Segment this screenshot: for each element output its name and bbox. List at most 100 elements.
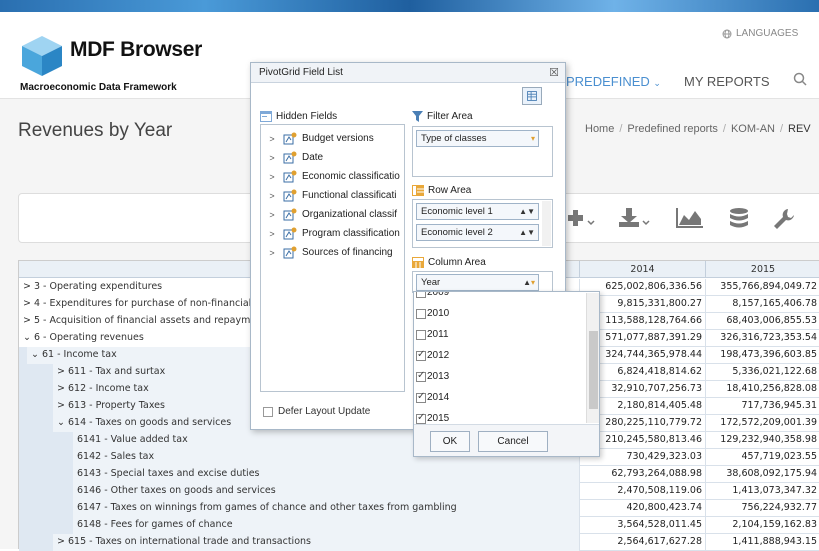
database-icon[interactable]	[728, 207, 750, 231]
cell-2015: 38,608,092,175.94	[705, 466, 819, 483]
column-area-box[interactable]: Year ▲▾	[412, 271, 553, 293]
row-label[interactable]: 6146 - Other taxes on goods and services	[77, 483, 276, 499]
hidden-field-label: Budget versions	[302, 133, 374, 144]
filter-area-box[interactable]: Type of classes ▾	[412, 126, 553, 177]
cell-2015: 8,157,165,406.78	[705, 296, 819, 313]
sort-filter-icon[interactable]: ▲▼	[519, 204, 535, 219]
checkbox[interactable]	[416, 349, 426, 361]
checkbox[interactable]	[416, 370, 426, 382]
close-icon[interactable]: ☒	[549, 66, 559, 79]
row-label[interactable]: 6142 - Sales tax	[77, 449, 154, 465]
expand-icon[interactable]: >	[57, 383, 68, 394]
row-label[interactable]: > 3 - Operating expenditures	[23, 279, 162, 295]
row-label[interactable]: > 4 - Expenditures for purchase of non-f…	[23, 296, 251, 312]
app-title[interactable]: MDF Browser	[70, 38, 202, 62]
sort-filter-icon[interactable]: ▲▼	[519, 225, 535, 240]
row-label[interactable]: > 5 - Acquisition of financial assets an…	[23, 313, 256, 329]
row-label[interactable]: > 613 - Property Taxes	[57, 398, 165, 414]
nav-predefined-label: PREDEFINED	[566, 74, 650, 89]
expand-icon[interactable]: >	[57, 366, 68, 377]
expand-icon[interactable]: >	[261, 248, 283, 258]
checkbox[interactable]	[416, 308, 426, 319]
wrench-icon[interactable]	[772, 207, 796, 231]
hidden-field-item[interactable]: > Sources of financing	[261, 243, 393, 262]
add-icon[interactable]	[566, 207, 596, 229]
filter-field-type-of-classes[interactable]: Type of classes ▾	[416, 130, 539, 147]
collapse-icon[interactable]: ⌄	[31, 349, 42, 360]
indent-band	[19, 415, 53, 432]
year-filter-item[interactable]: 2014	[416, 387, 449, 408]
row-label[interactable]: 6147 - Taxes on winnings from games of c…	[77, 500, 457, 516]
year-filter-item[interactable]: 2009	[416, 291, 450, 303]
year-filter-item[interactable]: 2012	[416, 345, 449, 366]
column-header-2014[interactable]: 2014	[579, 261, 705, 278]
expand-icon[interactable]: >	[23, 281, 34, 292]
row-label[interactable]: ⌄ 6 - Operating revenues	[23, 330, 144, 346]
languages-menu[interactable]: LANGUAGES	[722, 28, 798, 39]
scroll-thumb[interactable]	[589, 331, 598, 409]
row-label[interactable]: 6143 - Special taxes and excise duties	[77, 466, 260, 482]
cancel-button[interactable]: Cancel	[478, 431, 548, 452]
checkbox[interactable]	[416, 329, 426, 340]
collapse-icon[interactable]: ⌄	[23, 332, 34, 343]
row-label[interactable]: ⌄ 614 - Taxes on goods and services	[57, 415, 231, 431]
expand-icon[interactable]: >	[261, 229, 283, 239]
row-label[interactable]: > 611 - Tax and surtax	[57, 364, 165, 380]
column-field-label: Year	[421, 277, 441, 288]
breadcrumb-kom-an[interactable]: KOM-AN	[731, 123, 775, 135]
sort-filter-icon[interactable]: ▲▾	[523, 275, 535, 290]
year-filter-item[interactable]: 2010	[416, 303, 449, 324]
hidden-field-item[interactable]: > Date	[261, 148, 323, 167]
expand-icon[interactable]: >	[261, 172, 283, 182]
layout-toggle-button[interactable]	[522, 87, 542, 105]
checkbox[interactable]	[416, 391, 426, 403]
collapse-icon[interactable]: ⌄	[57, 417, 68, 428]
area-chart-icon[interactable]	[676, 207, 704, 229]
expand-icon[interactable]: >	[261, 134, 283, 144]
column-field-year[interactable]: Year ▲▾	[416, 274, 539, 291]
row-area-box[interactable]: Economic level 1 ▲▼ Economic level 2 ▲▼	[412, 199, 553, 248]
hidden-field-item[interactable]: > Organizational classif	[261, 205, 397, 224]
row-label[interactable]: 6141 - Value added tax	[77, 432, 188, 448]
year-label: 2009	[427, 291, 450, 298]
expand-icon[interactable]: >	[261, 210, 283, 220]
hidden-field-item[interactable]: > Budget versions	[261, 129, 374, 148]
row-label[interactable]: ⌄ 61 - Income tax	[31, 347, 117, 363]
row-label[interactable]: > 615 - Taxes on international trade and…	[57, 534, 311, 550]
row-label[interactable]: 6148 - Fees for games of chance	[77, 517, 233, 533]
expand-icon[interactable]: >	[261, 191, 283, 201]
year-filter-scrollbar[interactable]	[586, 293, 599, 423]
defer-layout-update[interactable]: Defer Layout Update	[263, 406, 370, 417]
hidden-field-item[interactable]: > Economic classificatio	[261, 167, 400, 186]
checkbox[interactable]	[416, 292, 426, 298]
filter-icon[interactable]: ▾	[531, 131, 535, 146]
expand-icon[interactable]: >	[57, 536, 68, 547]
nav-my-reports[interactable]: MY REPORTS	[684, 74, 769, 89]
row-label[interactable]: > 612 - Income tax	[57, 381, 149, 397]
expand-icon[interactable]: >	[23, 315, 34, 326]
ok-button[interactable]: OK	[430, 431, 470, 452]
search-icon[interactable]	[793, 72, 807, 86]
cell-2015: 1,413,073,347.32	[705, 483, 819, 500]
hidden-field-item[interactable]: > Program classification	[261, 224, 400, 243]
expand-icon[interactable]: >	[23, 298, 34, 309]
column-header-2015[interactable]: 2015	[705, 261, 819, 278]
year-filter-item[interactable]: 2013	[416, 366, 449, 387]
year-filter-item[interactable]: 2011	[416, 324, 449, 345]
row-field-economic-level-2[interactable]: Economic level 2 ▲▼	[416, 224, 539, 241]
expand-icon[interactable]: >	[261, 153, 283, 163]
checkbox[interactable]	[416, 412, 426, 424]
row-area-scrollbar[interactable]	[542, 201, 551, 246]
hidden-field-item[interactable]: > Functional classificati	[261, 186, 396, 205]
row-area-icon	[412, 185, 424, 196]
hidden-fields-list: > Budget versions > Date > Economic classific…	[260, 124, 405, 392]
expand-icon[interactable]: >	[57, 400, 68, 411]
defer-checkbox[interactable]	[263, 406, 273, 417]
row-area-label: Row Area	[428, 185, 472, 196]
download-icon[interactable]	[618, 207, 652, 229]
nav-predefined[interactable]: PREDEFINED ⌄	[566, 74, 661, 89]
row-field-label: Economic level 1	[421, 206, 493, 217]
breadcrumb-home[interactable]: Home	[585, 123, 614, 135]
breadcrumb-predefined[interactable]: Predefined reports	[627, 123, 718, 135]
row-field-economic-level-1[interactable]: Economic level 1 ▲▼	[416, 203, 539, 220]
